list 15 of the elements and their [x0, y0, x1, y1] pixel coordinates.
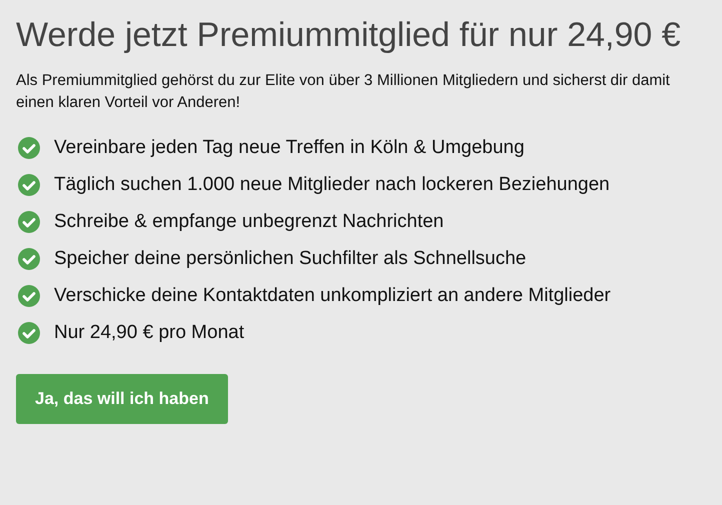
benefit-text: Schreibe & empfange unbegrenzt Nachrichten	[54, 210, 444, 234]
check-icon	[18, 211, 40, 233]
check-icon	[18, 137, 40, 159]
benefit-text: Verschicke deine Kontaktdaten unkompliziert an andere Mitglieder	[54, 284, 611, 308]
check-icon	[18, 322, 40, 344]
intro-text: Als Premiummitglied gehörst du zur Elite von über 3 Millionen Mitgliedern und sicherst dir damit einen klaren Vorteil vor Anderen!	[16, 71, 671, 113]
check-icon	[18, 248, 40, 270]
page-title: Werde jetzt Premiummitglied für nur 24,90 €	[16, 15, 682, 56]
benefit-text: Speicher deine persönlichen Suchfilter als Schnellsuche	[54, 247, 526, 271]
cta-button[interactable]: Ja, das will ich haben	[16, 374, 228, 424]
benefit-text: Täglich suchen 1.000 neue Mitglieder nach lockeren Beziehungen	[54, 173, 610, 197]
check-icon	[18, 285, 40, 307]
benefit-text: Nur 24,90 € pro Monat	[54, 321, 244, 345]
check-icon	[18, 174, 40, 196]
benefit-text: Vereinbare jeden Tag neue Treffen in Köln & Umgebung	[54, 136, 524, 160]
